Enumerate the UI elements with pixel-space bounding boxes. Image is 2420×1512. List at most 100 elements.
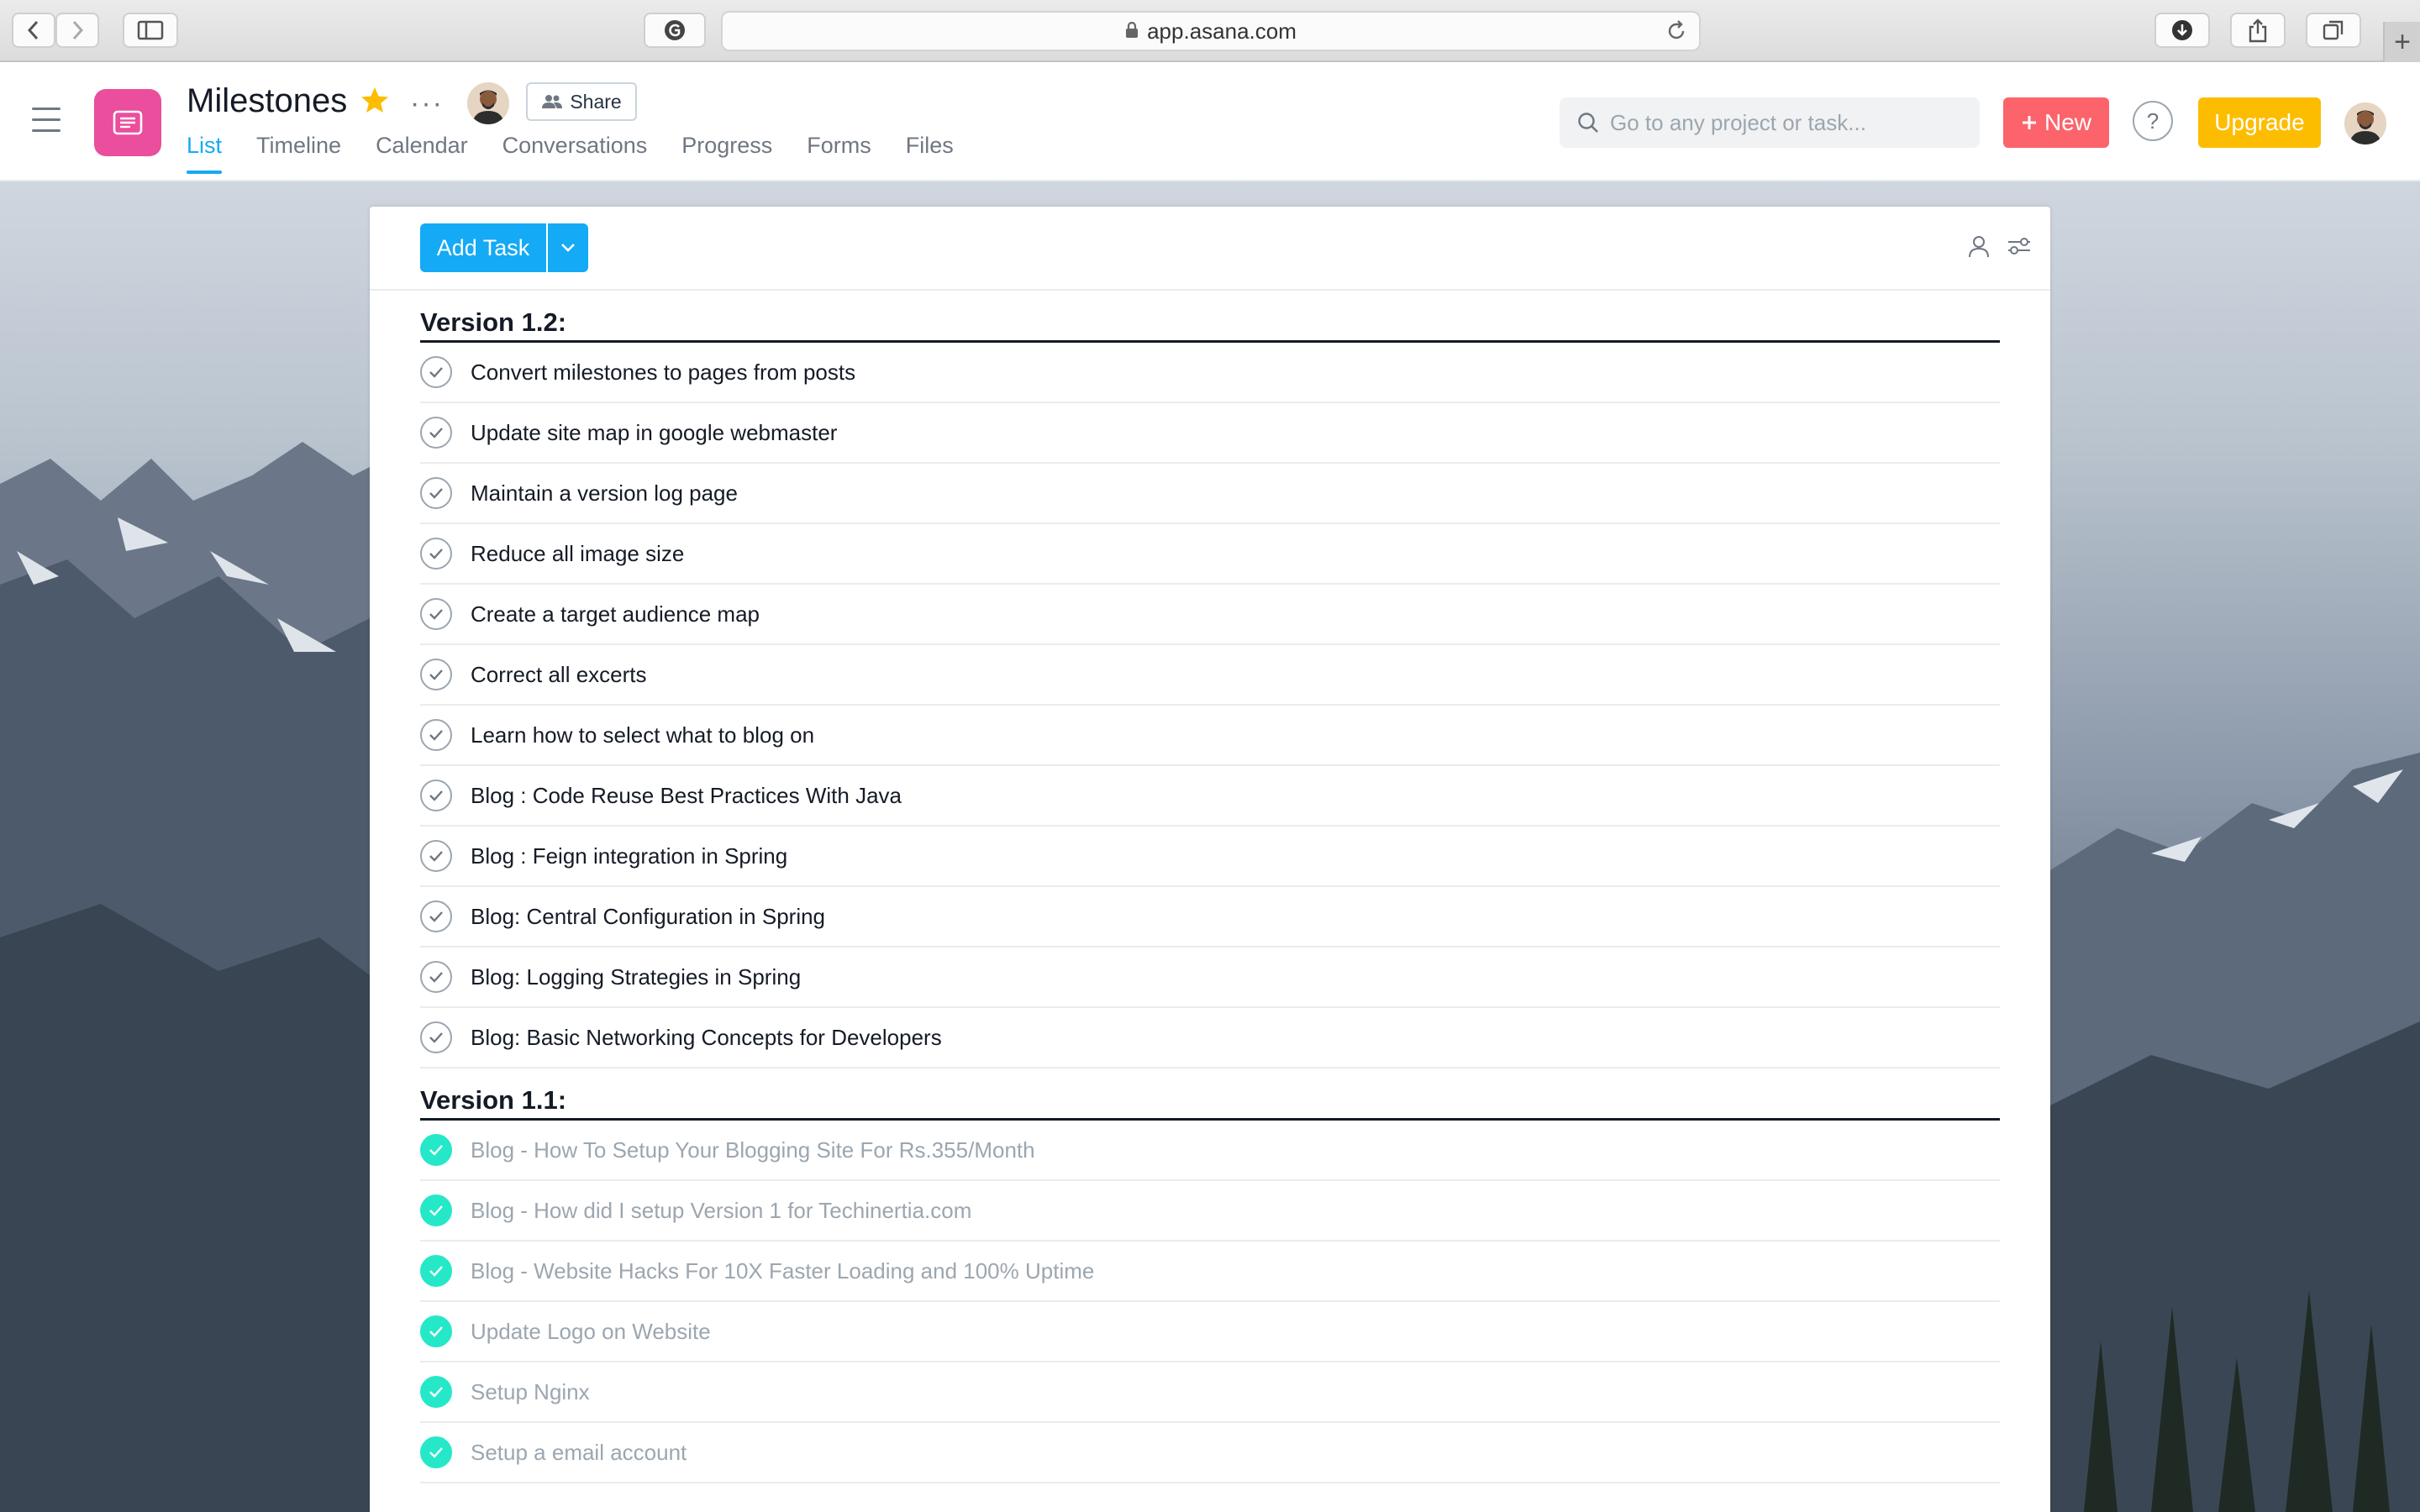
task-name[interactable]: Correct all excerts <box>471 662 647 688</box>
browser-toolbar: app.asana.com + <box>0 0 2420 62</box>
share-icon <box>2249 18 2267 43</box>
task-row[interactable]: Blog: Basic Networking Concepts for Deve… <box>420 1008 2000 1068</box>
task-name[interactable]: Create a target audience map <box>471 601 760 627</box>
checkmark-icon[interactable] <box>420 1021 452 1053</box>
grammarly-icon <box>665 20 685 40</box>
tab-files[interactable]: Files <box>906 133 954 174</box>
sidebar-icon <box>137 20 164 40</box>
add-task-dropdown-button[interactable] <box>548 223 588 272</box>
task-row[interactable]: Maintain a version log page <box>420 464 2000 524</box>
section-header[interactable]: Version 1.1: <box>420 1085 2000 1121</box>
completed-checkmark-icon[interactable] <box>420 1194 452 1226</box>
checkmark-icon[interactable] <box>420 659 452 690</box>
checkmark-icon[interactable] <box>420 477 452 509</box>
more-options-icon[interactable]: ··· <box>410 87 444 120</box>
task-row[interactable]: Setup Nginx <box>420 1362 2000 1423</box>
chevron-left-icon <box>27 20 39 40</box>
downloads-button[interactable] <box>2154 13 2210 48</box>
task-name[interactable]: Blog - How To Setup Your Blogging Site F… <box>471 1137 1035 1163</box>
tab-progress[interactable]: Progress <box>681 133 772 174</box>
search-input[interactable]: Go to any project or task... <box>1560 97 1980 148</box>
member-avatar[interactable] <box>467 82 509 124</box>
back-button[interactable] <box>12 13 55 48</box>
forward-button[interactable] <box>55 13 99 48</box>
task-name[interactable]: Convert milestones to pages from posts <box>471 360 855 386</box>
tabs-overview-button[interactable] <box>2306 13 2361 48</box>
task-name[interactable]: Blog: Basic Networking Concepts for Deve… <box>471 1025 942 1051</box>
task-row[interactable]: Update Logo on Website <box>420 1302 2000 1362</box>
user-avatar[interactable] <box>2344 102 2386 144</box>
tab-list[interactable]: List <box>187 133 223 174</box>
completed-checkmark-icon[interactable] <box>420 1436 452 1468</box>
address-bar[interactable]: app.asana.com <box>721 11 1701 51</box>
tab-timeline[interactable]: Timeline <box>256 133 341 174</box>
checkmark-icon[interactable] <box>420 900 452 932</box>
task-row[interactable]: Convert milestones to pages from posts <box>420 343 2000 403</box>
new-button[interactable]: New <box>2003 97 2109 148</box>
completed-checkmark-icon[interactable] <box>420 1134 452 1166</box>
search-placeholder: Go to any project or task... <box>1610 109 1866 135</box>
task-row[interactable]: Blog : Feign integration in Spring <box>420 827 2000 887</box>
checkmark-icon[interactable] <box>420 356 452 388</box>
completed-checkmark-icon[interactable] <box>420 1315 452 1347</box>
download-icon <box>2172 20 2192 40</box>
task-name[interactable]: Setup a email account <box>471 1440 687 1466</box>
task-name[interactable]: Blog - Website Hacks For 10X Faster Load… <box>471 1258 1094 1284</box>
task-row[interactable]: Learn how to select what to blog on <box>420 706 2000 766</box>
task-row[interactable]: Setup a email account <box>420 1423 2000 1483</box>
completed-checkmark-icon[interactable] <box>420 1255 452 1287</box>
chevron-right-icon <box>72 20 84 40</box>
checkmark-icon[interactable] <box>420 840 452 872</box>
task-name[interactable]: Blog : Code Reuse Best Practices With Ja… <box>471 783 902 809</box>
task-name[interactable]: Maintain a version log page <box>471 480 738 507</box>
task-row[interactable]: Blog : Code Reuse Best Practices With Ja… <box>420 766 2000 827</box>
task-name[interactable]: Blog: Central Configuration in Spring <box>471 904 825 930</box>
project-tabs: List Timeline Calendar Conversations Pro… <box>187 133 988 174</box>
checkmark-icon[interactable] <box>420 719 452 751</box>
task-row[interactable]: Blog - How To Setup Your Blogging Site F… <box>420 1121 2000 1181</box>
task-row[interactable]: Blog: Central Configuration in Spring <box>420 887 2000 948</box>
task-row[interactable]: Update site map in google webmaster <box>420 403 2000 464</box>
task-name[interactable]: Update Logo on Website <box>471 1319 711 1345</box>
section-header[interactable]: Version 1.2: <box>420 307 2000 343</box>
tab-forms[interactable]: Forms <box>807 133 871 174</box>
task-name[interactable]: Blog - How did I setup Version 1 for Tec… <box>471 1198 971 1224</box>
person-icon[interactable] <box>1966 234 1991 263</box>
share-label: Share <box>570 90 622 113</box>
task-row[interactable]: Correct all excerts <box>420 645 2000 706</box>
tab-calendar[interactable]: Calendar <box>376 133 468 174</box>
task-name[interactable]: Setup Nginx <box>471 1379 590 1405</box>
completed-checkmark-icon[interactable] <box>420 1376 452 1408</box>
checkmark-icon[interactable] <box>420 417 452 449</box>
task-name[interactable]: Blog : Feign integration in Spring <box>471 843 787 869</box>
task-row[interactable]: Blog - Website Hacks For 10X Faster Load… <box>420 1242 2000 1302</box>
task-name[interactable]: Update site map in google webmaster <box>471 420 837 446</box>
task-row[interactable]: Blog - How did I setup Version 1 for Tec… <box>420 1181 2000 1242</box>
checkmark-icon[interactable] <box>420 780 452 811</box>
add-task-button[interactable]: Add Task <box>420 223 546 272</box>
task-row[interactable]: Create a target audience map <box>420 585 2000 645</box>
task-name[interactable]: Blog: Logging Strategies in Spring <box>471 964 801 990</box>
search-icon <box>1578 113 1598 133</box>
help-button[interactable]: ? <box>2133 101 2173 141</box>
reload-icon[interactable] <box>1665 19 1687 49</box>
grammarly-extension-button[interactable] <box>644 13 706 48</box>
task-row[interactable]: Reduce all image size <box>420 524 2000 585</box>
task-name[interactable]: Reduce all image size <box>471 541 684 567</box>
project-list-icon[interactable] <box>94 89 161 156</box>
share-sheet-button[interactable] <box>2230 13 2286 48</box>
task-name[interactable]: Learn how to select what to blog on <box>471 722 814 748</box>
checkmark-icon[interactable] <box>420 538 452 570</box>
checkmark-icon[interactable] <box>420 961 452 993</box>
checkmark-icon[interactable] <box>420 598 452 630</box>
toolbar-actions <box>1966 234 2032 263</box>
task-row[interactable]: Blog: Logging Strategies in Spring <box>420 948 2000 1008</box>
upgrade-button[interactable]: Upgrade <box>2198 97 2321 148</box>
new-tab-button[interactable]: + <box>2383 22 2420 62</box>
sidebar-toggle-button[interactable] <box>123 13 178 48</box>
share-button[interactable]: Share <box>526 82 637 121</box>
favorite-star-icon[interactable] <box>360 86 390 118</box>
filter-settings-icon[interactable] <box>2007 234 2032 263</box>
tab-conversations[interactable]: Conversations <box>502 133 648 174</box>
menu-icon[interactable] <box>32 108 60 140</box>
